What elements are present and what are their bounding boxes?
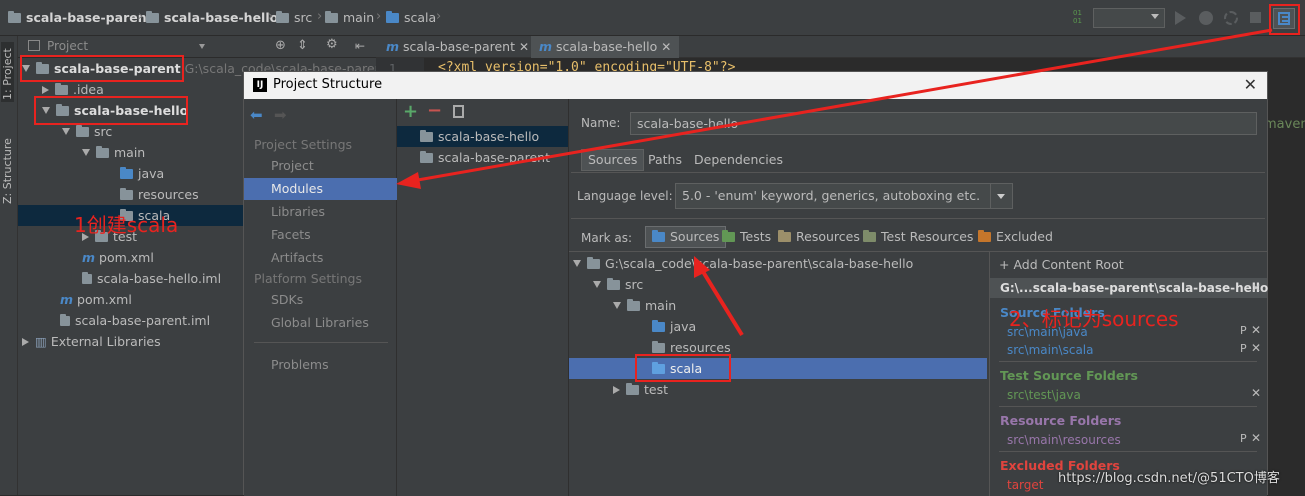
annotation-arrows (396, 28, 1273, 337)
arrow-head (694, 256, 710, 278)
arrow-line (700, 268, 744, 337)
arrow-line (411, 28, 1273, 183)
arrow-head (396, 172, 421, 189)
watermark: https://blog.csdn.net/@51CTO博客 (1058, 471, 1280, 486)
